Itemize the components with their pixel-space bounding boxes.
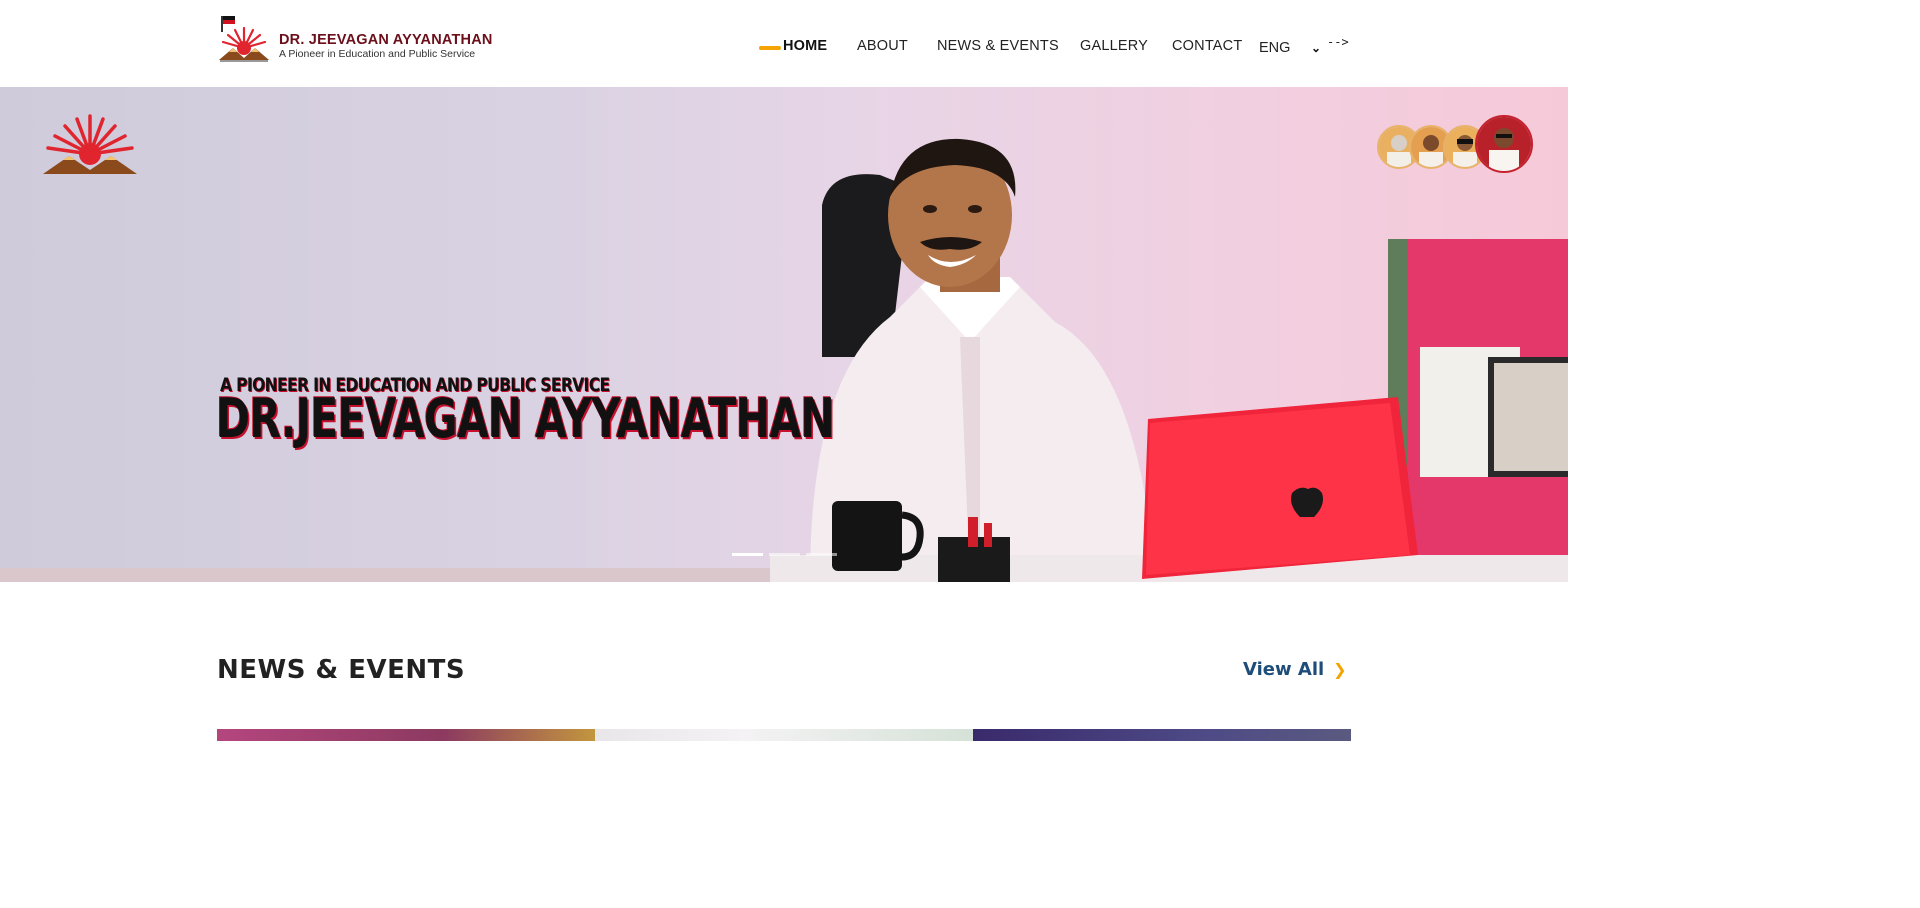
hero-slider: A PIONEER IN EDUCATION AND PUBLIC SERVIC… [0,87,1568,582]
news-card[interactable] [595,729,973,741]
hero-name: DR.JEEVAGAN AYYANATHAN [216,387,835,450]
language-select[interactable]: ENG [1259,40,1290,56]
news-card[interactable] [217,729,595,741]
chevron-right-icon: ❯ [1333,660,1347,679]
nav-home[interactable]: HOME [783,38,827,54]
slider-dot[interactable] [769,553,800,556]
view-all-link[interactable]: View All ❯ [1243,659,1347,680]
rising-sun-emblem-icon [43,114,137,174]
view-all-label: View All [1243,659,1325,680]
slider-dot[interactable] [732,553,763,556]
stray-comment-text: --> [1327,35,1349,49]
slider-dot[interactable] [806,553,837,556]
hero-portrait-image [770,138,1568,582]
nav-news-events[interactable]: NEWS & EVENTS [937,38,1059,54]
news-section-title: NEWS & EVENTS [217,655,466,685]
news-card[interactable] [973,729,1351,741]
nav-gallery[interactable]: GALLERY [1080,38,1148,54]
slider-dots [732,553,837,556]
chevron-down-icon[interactable]: ⌄ [1311,41,1321,55]
nav-contact[interactable]: CONTACT [1172,38,1242,54]
nav-about[interactable]: ABOUT [857,38,908,54]
news-cards [217,729,1351,741]
site-header: DR. JEEVAGAN AYYANATHAN A Pioneer in Edu… [0,0,1568,86]
